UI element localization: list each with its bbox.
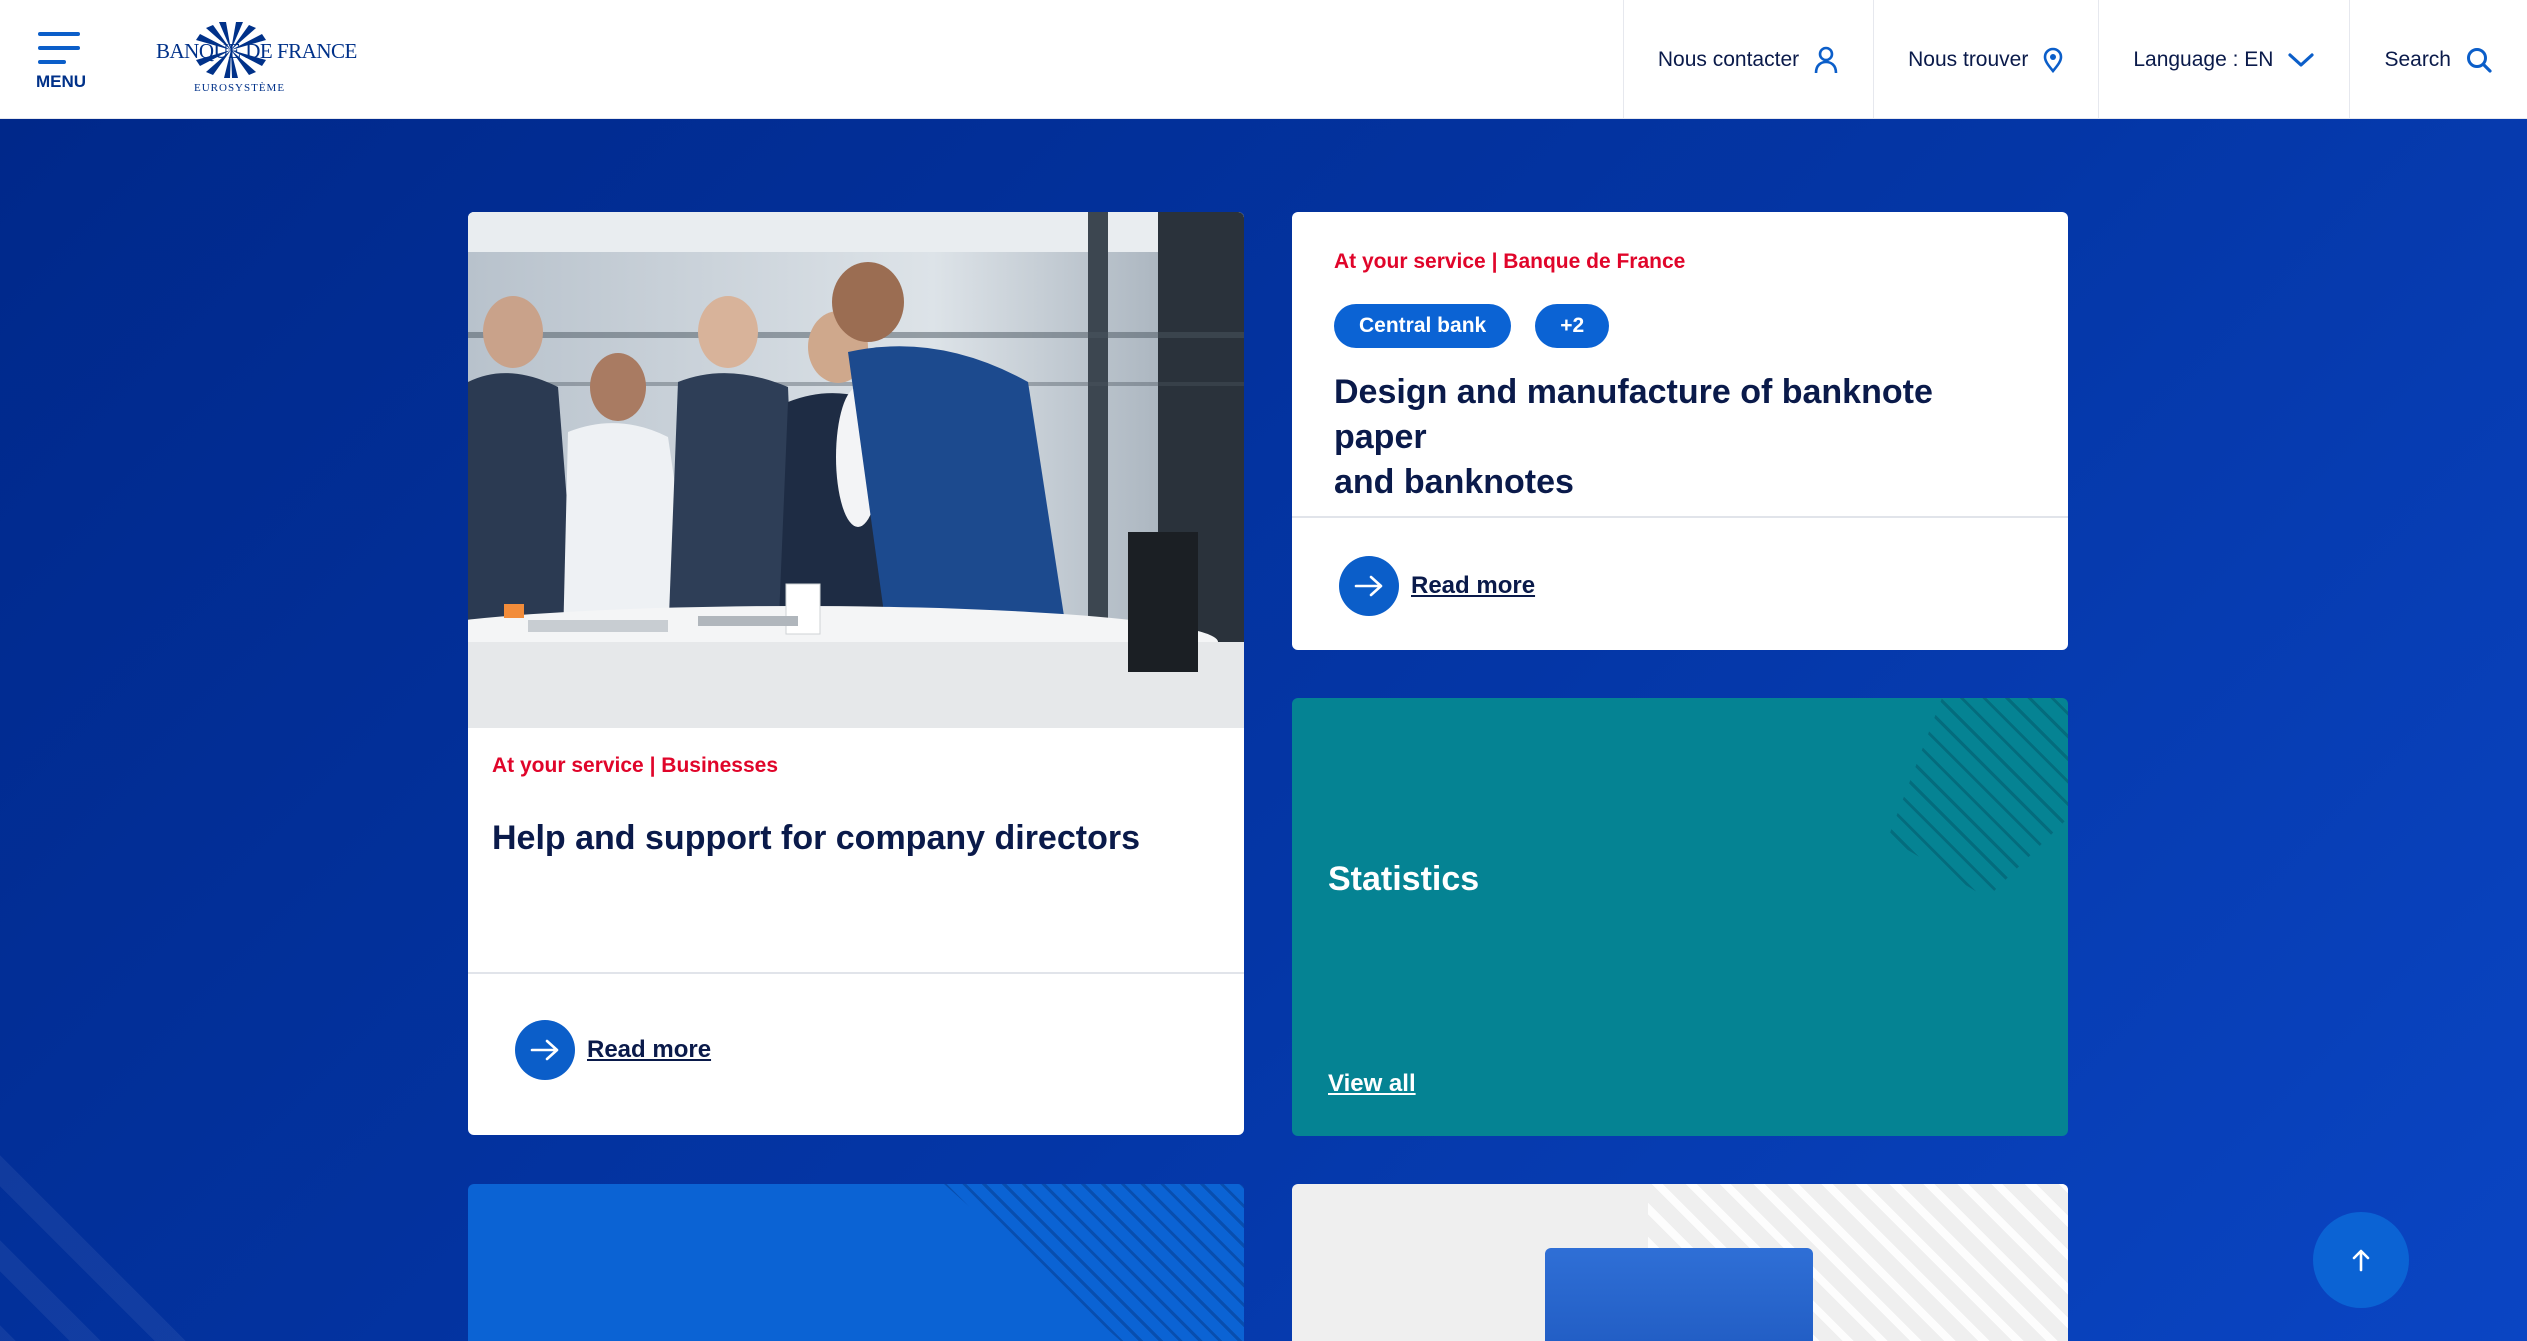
back-to-top-button[interactable] <box>2313 1212 2409 1308</box>
menu-label: MENU <box>36 72 87 91</box>
find-us-label: Nous trouver <box>1908 47 2029 71</box>
read-more-label: Read more <box>1411 572 1536 599</box>
find-us-link[interactable]: Nous trouver <box>1873 0 2098 119</box>
card-bottom-right[interactable] <box>1292 1184 2068 1341</box>
decorative-stripes <box>0 1092 252 1341</box>
main-content: At your service | Businesses Help and su… <box>0 119 2527 1341</box>
contact-link[interactable]: Nous contacter <box>1622 0 1873 119</box>
decorative-stripes <box>944 1184 1244 1341</box>
arrow-up-icon <box>2352 1249 2370 1272</box>
tag-more[interactable]: +2 <box>1535 304 1610 348</box>
card-title-line-2: and banknotes <box>1334 463 1574 501</box>
language-label: Language : EN <box>2133 47 2274 71</box>
read-more-link[interactable]: Read more <box>515 1020 711 1080</box>
arrow-right-icon <box>515 1020 575 1080</box>
arrow-right-icon <box>1339 556 1399 616</box>
header-nav: Nous contacter Nous trouver Language : E… <box>1622 0 2527 119</box>
card-divider <box>1292 516 2068 518</box>
hamburger-icon <box>38 32 80 36</box>
view-all-link[interactable]: View all <box>1328 1070 1416 1098</box>
search-label: Search <box>2384 47 2451 71</box>
decorative-stripes <box>1888 698 2068 898</box>
card-company-directors[interactable]: At your service | Businesses Help and su… <box>468 212 1244 1135</box>
hamburger-icon-bar <box>38 46 80 50</box>
logo-subtitle: EUROSYSTÈME <box>194 82 286 94</box>
business-meeting-photo <box>468 212 1244 728</box>
read-more-link[interactable]: Read more <box>1339 556 1535 616</box>
building-thumbnail <box>1545 1248 1813 1341</box>
logo-name: BANQUE DE FRANCE <box>156 39 357 63</box>
hamburger-icon-bar <box>38 60 66 64</box>
card-banknotes[interactable]: At your service | Banque de France Centr… <box>1292 212 2068 650</box>
statistics-title: Statistics <box>1328 860 1480 898</box>
chevron-down-icon <box>2288 52 2315 67</box>
card-title[interactable]: Design and manufacture of banknote paper… <box>1334 370 2034 505</box>
read-more-label: Read more <box>587 1036 712 1063</box>
search-icon <box>2467 47 2492 73</box>
user-icon <box>1814 46 1838 73</box>
map-pin-icon <box>2044 47 2063 73</box>
business-meeting-image <box>468 212 1244 728</box>
card-title[interactable]: Help and support for company directors <box>492 816 1220 861</box>
card-eyebrow: At your service | Banque de France <box>1334 250 1686 273</box>
tag-list: Central bank +2 <box>1334 304 1610 348</box>
card-bottom-left[interactable] <box>468 1184 1244 1341</box>
search-button[interactable]: Search <box>2349 0 2527 119</box>
contact-label: Nous contacter <box>1657 47 1800 71</box>
language-selector[interactable]: Language : EN <box>2098 0 2349 119</box>
card-content: At your service | Businesses Help and su… <box>492 754 1220 861</box>
tag-central-bank[interactable]: Central bank <box>1334 304 1512 348</box>
card-eyebrow: At your service | Businesses <box>492 754 779 777</box>
card-statistics[interactable]: Statistics View all <box>1292 698 2068 1136</box>
menu-button[interactable]: MENU <box>34 28 88 92</box>
banque-de-france-logo[interactable]: BANQUE DE FRANCE EUROSYSTÈME <box>152 16 357 102</box>
card-title-line-1: Design and manufacture of banknote paper <box>1334 373 1933 456</box>
card-divider <box>468 972 1244 974</box>
site-header: MENU BANQUE DE FRANCE EUROSYSTÈME Nous c… <box>0 0 2527 119</box>
